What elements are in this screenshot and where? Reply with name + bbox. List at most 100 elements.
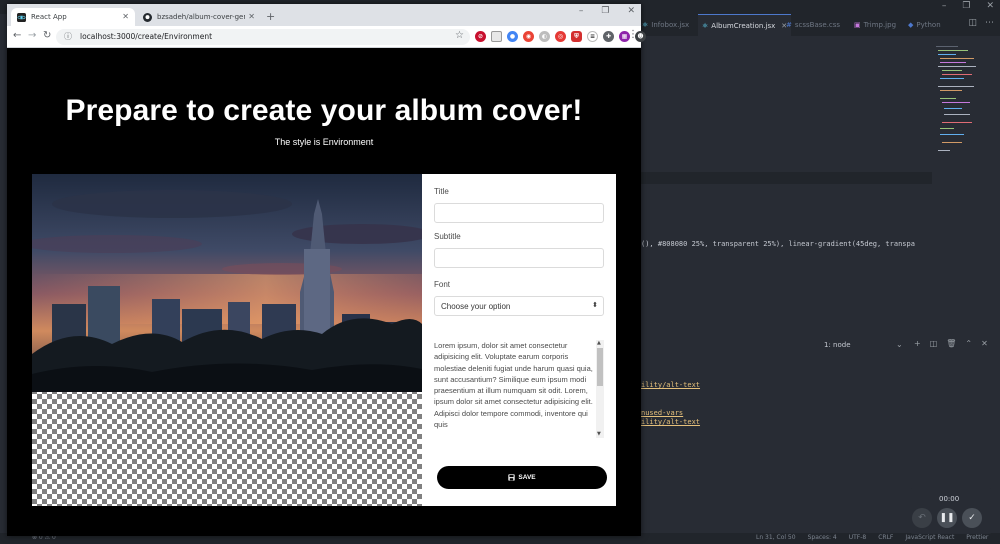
pause-button[interactable]: ❚❚ xyxy=(937,508,957,528)
scrollbar-thumb[interactable] xyxy=(597,348,603,386)
editor-tab-label: Infobox.jsx xyxy=(651,21,690,29)
title-input[interactable] xyxy=(434,203,604,223)
adblock-extension-icon[interactable]: ⊘ xyxy=(475,31,486,42)
editor-divider xyxy=(640,172,932,184)
close-icon[interactable]: ✕ xyxy=(986,1,994,11)
status-item[interactable]: UTF-8 xyxy=(849,534,867,541)
address-bar[interactable]: ⓘ localhost:3000/create/Environment ☆ xyxy=(56,29,470,45)
editor-tab[interactable]: ▣ Trimp.jpg xyxy=(854,14,896,36)
font-select[interactable]: Choose your option ⬍ xyxy=(434,296,604,316)
puzzle-extensions-icon[interactable]: ✚ xyxy=(603,31,614,42)
title-label: Title xyxy=(434,187,449,196)
editor-tab[interactable]: ◆ Python xyxy=(908,14,941,36)
record-extension-icon[interactable]: ◉ xyxy=(523,31,534,42)
browser-window-controls: – ❐ ✕ xyxy=(579,6,635,16)
vscode-window-controls: – ❐ ✕ xyxy=(942,1,994,11)
cover-canvas[interactable] xyxy=(32,174,422,506)
close-tab-icon[interactable]: ✕ xyxy=(248,12,255,21)
font-label: Font xyxy=(434,280,451,289)
page-title: Prepare to create your album cover! xyxy=(65,94,583,127)
chevron-up-icon[interactable]: ⌃ xyxy=(965,339,972,348)
target-extension-icon[interactable]: ◎ xyxy=(555,31,566,42)
editor-tab-label: Trimp.jpg xyxy=(863,21,897,29)
editor-tab-label: Python xyxy=(916,21,941,29)
image-icon: ▣ xyxy=(854,21,861,29)
restore-icon[interactable]: ❐ xyxy=(601,6,609,16)
shield-extension-icon[interactable]: ⛨ xyxy=(571,31,582,42)
url-text[interactable]: localhost:3000/create/Environment xyxy=(80,32,212,41)
code-line: (), #808080 25%, transparent 25%), linea… xyxy=(641,240,915,248)
status-item[interactable]: Spaces: 4 xyxy=(808,534,837,541)
grey-extension-icon[interactable]: ◐ xyxy=(539,31,550,42)
editor-tab-tools: ◫ ⋯ xyxy=(968,18,994,28)
status-right: Ln 31, Col 50 Spaces: 4 UTF-8 CRLF JavaS… xyxy=(756,534,988,541)
status-item[interactable]: JavaScript React xyxy=(905,534,954,541)
new-tab-button[interactable]: + xyxy=(266,10,275,23)
select-arrows-icon: ⬍ xyxy=(592,301,598,309)
lorem-text: Lorem ipsum, dolor sit amet consectetur … xyxy=(434,341,593,430)
minimize-icon[interactable]: – xyxy=(579,6,584,16)
close-tab-icon[interactable]: ✕ xyxy=(122,12,129,21)
subtitle-label: Subtitle xyxy=(434,232,461,241)
page-extension-icon[interactable] xyxy=(491,31,502,42)
tab-title: React App xyxy=(31,13,67,21)
react-favicon-icon xyxy=(17,12,26,22)
scrollbar[interactable]: ▲ ▼ xyxy=(596,340,604,438)
editor-tab-label: scssBase.css xyxy=(794,21,841,29)
recorder-time: 00:00 xyxy=(939,495,960,503)
editor-tab[interactable]: # scssBase.css xyxy=(786,14,840,36)
terminal-link[interactable]: nused-vars xyxy=(641,409,683,417)
split-terminal-icon[interactable]: ◫ xyxy=(930,339,938,348)
terminal-link[interactable]: ility/alt-text xyxy=(641,381,700,389)
close-icon[interactable]: ✕ xyxy=(627,6,635,16)
browser-window: React App ✕ bzsadeh/album-cover-generato… xyxy=(7,4,646,536)
browser-toolbar: ← → ↻ ⓘ localhost:3000/create/Environmen… xyxy=(7,26,646,48)
page-subtitle: The style is Environment xyxy=(274,137,374,147)
minimize-icon[interactable]: – xyxy=(942,1,947,11)
browser-tab[interactable]: bzsadeh/album-cover-generator ✕ xyxy=(137,8,261,26)
more-icon[interactable]: ⋯ xyxy=(985,18,994,28)
save-button[interactable]: SAVE xyxy=(437,466,607,489)
menu-icon[interactable]: ⋮ xyxy=(628,29,638,40)
terminal-select[interactable]: 1: node xyxy=(824,341,851,349)
add-terminal-icon[interactable]: + xyxy=(914,339,921,348)
forward-icon[interactable]: → xyxy=(28,30,36,41)
terminal-link[interactable]: ility/alt-text xyxy=(641,418,700,426)
editor-tab-active[interactable]: ⚛ AlbumCreation.jsx ✕ xyxy=(698,14,792,36)
close-icon[interactable]: ✕ xyxy=(981,339,988,348)
restore-icon[interactable]: ❐ xyxy=(962,1,970,11)
css-icon: # xyxy=(786,21,792,29)
tab-strip: React App ✕ bzsadeh/album-cover-generato… xyxy=(7,4,641,26)
editor-tab-label: AlbumCreation.jsx xyxy=(711,21,776,30)
github-favicon-icon xyxy=(143,12,152,22)
chevron-down-icon[interactable]: ⌄ xyxy=(896,340,903,349)
info-icon[interactable]: ⓘ xyxy=(64,31,72,42)
browser-tab-active[interactable]: React App ✕ xyxy=(11,8,135,26)
cover-image xyxy=(32,174,422,392)
subtitle-input[interactable] xyxy=(434,248,604,268)
status-item[interactable]: Ln 31, Col 50 xyxy=(756,534,796,541)
cancel-icon[interactable]: ↶ xyxy=(912,508,932,528)
save-button-label: SAVE xyxy=(518,474,536,481)
tab-title: bzsadeh/album-cover-generator xyxy=(157,13,245,21)
scroll-down-icon[interactable]: ▼ xyxy=(597,431,601,437)
split-editor-icon[interactable]: ◫ xyxy=(968,18,977,28)
back-icon[interactable]: ← xyxy=(13,30,21,41)
scroll-up-icon[interactable]: ▲ xyxy=(597,340,601,346)
extensions-bar: ⊘ ● ◉ ◐ ◎ ⛨ ≡ ✚ ▦ ☻ xyxy=(475,31,646,42)
check-button[interactable]: ✓ xyxy=(962,508,982,528)
list-extension-icon[interactable]: ≡ xyxy=(587,31,598,42)
cover-form: Title Subtitle Font Choose your option ⬍… xyxy=(422,174,616,506)
react-icon: ⚛ xyxy=(702,21,709,30)
font-select-value: Choose your option xyxy=(441,302,511,311)
react-icon: ⚛ xyxy=(642,21,649,29)
status-item[interactable]: CRLF xyxy=(878,534,893,541)
reload-icon[interactable]: ↻ xyxy=(43,30,51,41)
trash-icon[interactable]: 🗑 xyxy=(946,339,956,348)
status-item[interactable]: Prettier xyxy=(966,534,988,541)
bookmark-star-icon[interactable]: ☆ xyxy=(455,30,464,41)
color-extension-icon[interactable]: ● xyxy=(507,31,518,42)
save-icon xyxy=(508,474,516,481)
lorem-textarea[interactable]: Lorem ipsum, dolor sit amet consectetur … xyxy=(434,340,604,438)
editor-tab[interactable]: ⚛ Infobox.jsx xyxy=(642,14,689,36)
